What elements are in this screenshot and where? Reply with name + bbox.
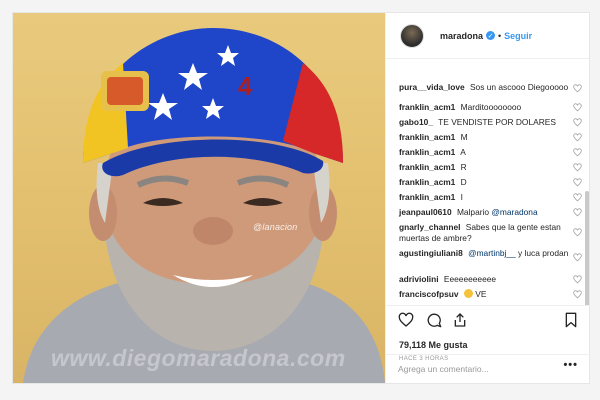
more-options-icon[interactable]: •••	[563, 359, 578, 371]
comment-text: Malpario	[456, 207, 490, 217]
heart-icon[interactable]	[573, 228, 582, 237]
heart-icon[interactable]	[573, 193, 582, 202]
follow-button[interactable]: Seguir	[504, 31, 532, 41]
heart-icon[interactable]	[573, 178, 582, 187]
post-side-panel: maradona ✓ • Seguir pura__vida_love Sos …	[385, 13, 590, 383]
comment-username[interactable]: franklin_acm1	[399, 192, 455, 202]
comment-username[interactable]: gabo10_	[399, 117, 433, 127]
avatar[interactable]	[400, 23, 424, 48]
comment-username[interactable]: gnarly_channel	[399, 222, 460, 232]
comment-item: franklin_acm1 M	[399, 132, 571, 143]
separator-dot: •	[498, 30, 502, 41]
comment-text: I	[460, 192, 463, 202]
photo-watermark-small: @lanacion	[253, 222, 298, 232]
comment-username[interactable]: franklin_acm1	[399, 147, 455, 157]
comment-item: franklin_acm1 Marditoooooooo	[399, 102, 571, 113]
comment-username[interactable]: pura__vida_love	[399, 82, 465, 92]
comment-item: agustingiuliani8 @martinbj__ y luca prod…	[399, 248, 571, 259]
username-link[interactable]: maradona	[440, 31, 483, 41]
comment-item: gabo10_ TE VENDISTE POR DOLARES	[399, 117, 571, 128]
comment-text: R	[460, 162, 467, 172]
comment-username[interactable]: franklin_acm1	[399, 177, 455, 187]
heart-icon[interactable]	[573, 208, 582, 217]
comment-text: Sos un ascooo Diegooooo	[469, 82, 569, 92]
heart-icon[interactable]	[573, 103, 582, 112]
comments-scrollbar[interactable]	[585, 191, 589, 305]
heart-icon[interactable]	[573, 253, 582, 262]
comment-item: franklin_acm1 I	[399, 192, 571, 203]
comment-text: Eeeeeeeeeee	[443, 274, 497, 284]
verified-badge-icon: ✓	[486, 31, 496, 40]
comment-item: gnarly_channel Sabes que la gente estan …	[399, 222, 571, 244]
likes-count[interactable]: 79,118 Me gusta	[399, 340, 468, 350]
comment-item: franciscofpsuv VE	[399, 289, 571, 300]
comment-text: y luca prodan	[518, 248, 569, 258]
heart-icon[interactable]	[573, 84, 582, 93]
heart-icon[interactable]	[573, 148, 582, 157]
heart-icon[interactable]	[573, 118, 582, 127]
comment-username[interactable]: adriviolini	[399, 274, 439, 284]
comment-item: franklin_acm1 A	[399, 147, 571, 158]
comment-username[interactable]: jeanpaul0610	[399, 207, 452, 217]
comment-item: franklin_acm1 R	[399, 162, 571, 173]
comment-text: M	[460, 132, 468, 142]
comment-username[interactable]: franciscofpsuv	[399, 289, 459, 299]
comments-list[interactable]: pura__vida_love Sos un ascooo Diegooooo …	[386, 60, 590, 305]
comment-username[interactable]: franklin_acm1	[399, 102, 455, 112]
comment-mention-link[interactable]: @maradona	[491, 207, 537, 217]
comment-text: A	[460, 147, 466, 157]
heart-icon[interactable]	[573, 163, 582, 172]
strong-arm-emoji-icon	[463, 289, 473, 298]
comment-item: pura__vida_love Sos un ascooo Diegooooo	[399, 82, 571, 93]
comment-item: adriviolini Eeeeeeeeeee	[399, 274, 571, 285]
heart-icon[interactable]	[398, 312, 414, 328]
portrait-illustration: 4	[23, 28, 385, 383]
instagram-post: 4 @lanacion www.diegomaradona.com marado…	[12, 12, 590, 384]
comment-mention-link[interactable]: @martinbj__	[468, 248, 516, 258]
bookmark-icon[interactable]	[564, 312, 578, 328]
post-photo[interactable]: 4 @lanacion www.diegomaradona.com	[13, 13, 385, 383]
comment-text: VE	[475, 289, 487, 299]
comment-item: jeanpaul0610 Malpario @maradona	[399, 207, 571, 218]
comment-item: franklin_acm1 D	[399, 177, 571, 188]
add-comment-bar: •••	[386, 354, 590, 383]
post-header: maradona ✓ • Seguir	[386, 13, 589, 59]
comment-username[interactable]: agustingiuliani8	[399, 248, 463, 258]
comment-text: TE VENDISTE POR DOLARES	[438, 117, 556, 127]
heart-icon[interactable]	[573, 275, 582, 284]
comment-text: Marditoooooooo	[460, 102, 522, 112]
heart-icon[interactable]	[573, 290, 582, 299]
heart-icon[interactable]	[573, 133, 582, 142]
photo-watermark-large: www.diegomaradona.com	[51, 345, 346, 371]
svg-text:4: 4	[238, 71, 253, 101]
comment-username[interactable]: franklin_acm1	[399, 132, 455, 142]
share-icon[interactable]	[452, 312, 468, 328]
comment-icon[interactable]	[426, 312, 442, 328]
comment-username[interactable]: franklin_acm1	[399, 162, 455, 172]
comment-text: D	[460, 177, 467, 187]
add-comment-input[interactable]	[398, 361, 558, 377]
